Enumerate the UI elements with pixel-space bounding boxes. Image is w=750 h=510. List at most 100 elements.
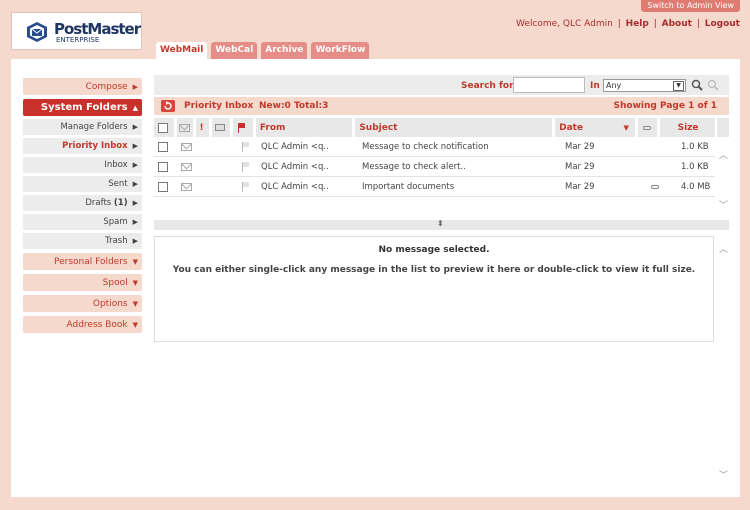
arrow-down-icon: ▼ [132, 278, 138, 287]
preview-title: No message selected. [378, 245, 490, 255]
arrow-right-icon: ▶ [132, 218, 138, 226]
select-all-cell [154, 118, 174, 137]
address-book-header[interactable]: Address Book ▼ [23, 316, 142, 333]
row-subject: Important documents [362, 181, 455, 192]
manage-folders-label: Manage Folders [60, 122, 128, 132]
arrow-up-icon: ▲ [132, 103, 138, 112]
arrow-right-icon: ▶ [132, 237, 138, 245]
scroll-up-icon[interactable]: ︿ [719, 148, 728, 161]
table-row[interactable]: QLC Admin <q.. Message to check notifica… [154, 137, 715, 157]
attachment-icon [651, 184, 659, 189]
preview-message: You can either single-click any message … [172, 265, 696, 275]
tab-workflow[interactable]: WorkFlow [311, 42, 370, 59]
message-list-scrollbar[interactable]: ︿ ﹀ [717, 118, 729, 216]
welcome-text: Welcome, QLC Admin [516, 19, 613, 29]
row-date: Mar 29 [565, 181, 595, 192]
row-checkbox[interactable] [158, 181, 168, 192]
arrow-right-icon: ▶ [132, 123, 138, 131]
row-checkbox[interactable] [158, 161, 168, 172]
folder-column-header[interactable] [212, 118, 231, 137]
arrow-right-icon: ▶ [132, 180, 138, 188]
sort-desc-icon: ▼ [623, 123, 629, 132]
envelope-read-icon [181, 142, 192, 151]
postmaster-logo-icon [27, 22, 47, 42]
preview-scrollbar[interactable]: ︿ ﹀ [717, 236, 729, 486]
resize-handle-icon[interactable]: ⬍ [437, 219, 444, 228]
search-bar: Search for In Any ▼ [154, 75, 729, 95]
sidebar-item-manage-folders[interactable]: Manage Folders ▶ [23, 119, 142, 135]
arrow-down-icon: ▼ [132, 320, 138, 329]
sidebar-item-drafts[interactable]: Drafts (1) ▶ [23, 195, 142, 211]
flag-icon[interactable] [242, 141, 250, 152]
flag-column-header[interactable] [233, 118, 253, 137]
table-row[interactable]: QLC Admin <q.. Important documents Mar 2… [154, 177, 715, 197]
logout-link[interactable]: Logout [705, 19, 740, 29]
personal-folders-header[interactable]: Personal Folders ▼ [23, 253, 142, 270]
system-folders-header[interactable]: System Folders ▲ [23, 99, 142, 116]
attachment-column-header[interactable] [637, 118, 657, 137]
sidebar-item-spam[interactable]: Spam ▶ [23, 214, 142, 230]
arrow-down-icon: ▼ [132, 299, 138, 308]
tab-archive[interactable]: Archive [261, 42, 308, 59]
row-checkbox[interactable] [158, 141, 168, 152]
row-from: QLC Admin <q.. [261, 181, 329, 192]
table-row[interactable]: QLC Admin <q.. Message to check alert.. … [154, 157, 715, 177]
search-icon[interactable] [691, 79, 703, 91]
date-header-label: Date [559, 122, 584, 133]
subject-column-header[interactable]: Subject [355, 118, 553, 137]
row-date: Mar 29 [565, 141, 595, 152]
attachment-icon [642, 125, 651, 130]
scroll-down-icon[interactable]: ﹀ [719, 468, 728, 481]
about-link[interactable]: About [662, 19, 692, 29]
tab-webmail[interactable]: WebMail [156, 42, 208, 59]
switch-admin-button[interactable]: Switch to Admin View [641, 0, 740, 12]
sidebar-item-priority-inbox[interactable]: Priority Inbox ▶ [23, 138, 142, 154]
envelope-read-icon [181, 182, 192, 191]
scroll-down-icon[interactable]: ﹀ [719, 198, 728, 211]
advanced-search-icon[interactable] [707, 79, 719, 91]
read-column-header[interactable] [176, 118, 193, 137]
scroll-up-icon[interactable]: ︿ [719, 242, 728, 255]
refresh-icon[interactable] [161, 100, 175, 112]
row-from: QLC Admin <q.. [261, 161, 329, 172]
arrow-right-icon: ▶ [132, 142, 138, 150]
sidebar-item-trash[interactable]: Trash ▶ [23, 233, 142, 249]
table-header: ! From Subject Date ▼ Size [154, 118, 715, 137]
row-size: 4.0 MB [681, 181, 711, 192]
flag-icon [238, 122, 246, 133]
priority-column-header[interactable]: ! [195, 118, 210, 137]
row-size: 1.0 KB [681, 161, 709, 172]
tab-webcal[interactable]: WebCal [211, 42, 258, 59]
logo-subtitle: ENTERPRISE [56, 36, 100, 44]
row-subject: Message to check alert.. [362, 161, 466, 172]
folder-icon [215, 124, 226, 131]
row-from: QLC Admin <q.. [261, 141, 329, 152]
message-table: ! From Subject Date ▼ Size QLC Admin <q.… [154, 118, 715, 197]
system-folders-label: System Folders [40, 102, 128, 113]
search-in-value: Any [606, 81, 622, 90]
preview-pane: No message selected. You can either sing… [154, 236, 714, 342]
search-input[interactable] [513, 77, 585, 93]
search-in-select[interactable]: Any ▼ [603, 79, 686, 92]
sidebar-item-sent[interactable]: Sent ▶ [23, 176, 142, 192]
row-size: 1.0 KB [681, 141, 709, 152]
pane-splitter[interactable]: ⬍ [154, 219, 729, 230]
from-column-header[interactable]: From [255, 118, 353, 137]
spam-label: Spam [103, 217, 128, 227]
page-indicator: Showing Page 1 of 1 [613, 101, 717, 111]
arrow-right-icon: ▶ [132, 161, 138, 169]
priority-inbox-label: Priority Inbox [62, 141, 128, 151]
select-all-checkbox[interactable] [158, 122, 168, 133]
size-column-header[interactable]: Size [659, 118, 715, 137]
address-book-label: Address Book [66, 319, 128, 330]
sidebar-item-inbox[interactable]: Inbox ▶ [23, 157, 142, 173]
arrow-right-icon: ▶ [132, 199, 138, 207]
spool-header[interactable]: Spool ▼ [23, 274, 142, 291]
compose-button[interactable]: Compose ▶ [23, 78, 142, 95]
options-header[interactable]: Options ▼ [23, 295, 142, 312]
help-link[interactable]: Help [626, 19, 649, 29]
flag-icon[interactable] [242, 161, 250, 172]
date-column-header[interactable]: Date ▼ [555, 118, 635, 137]
personal-folders-label: Personal Folders [53, 256, 128, 267]
flag-icon[interactable] [242, 181, 250, 192]
